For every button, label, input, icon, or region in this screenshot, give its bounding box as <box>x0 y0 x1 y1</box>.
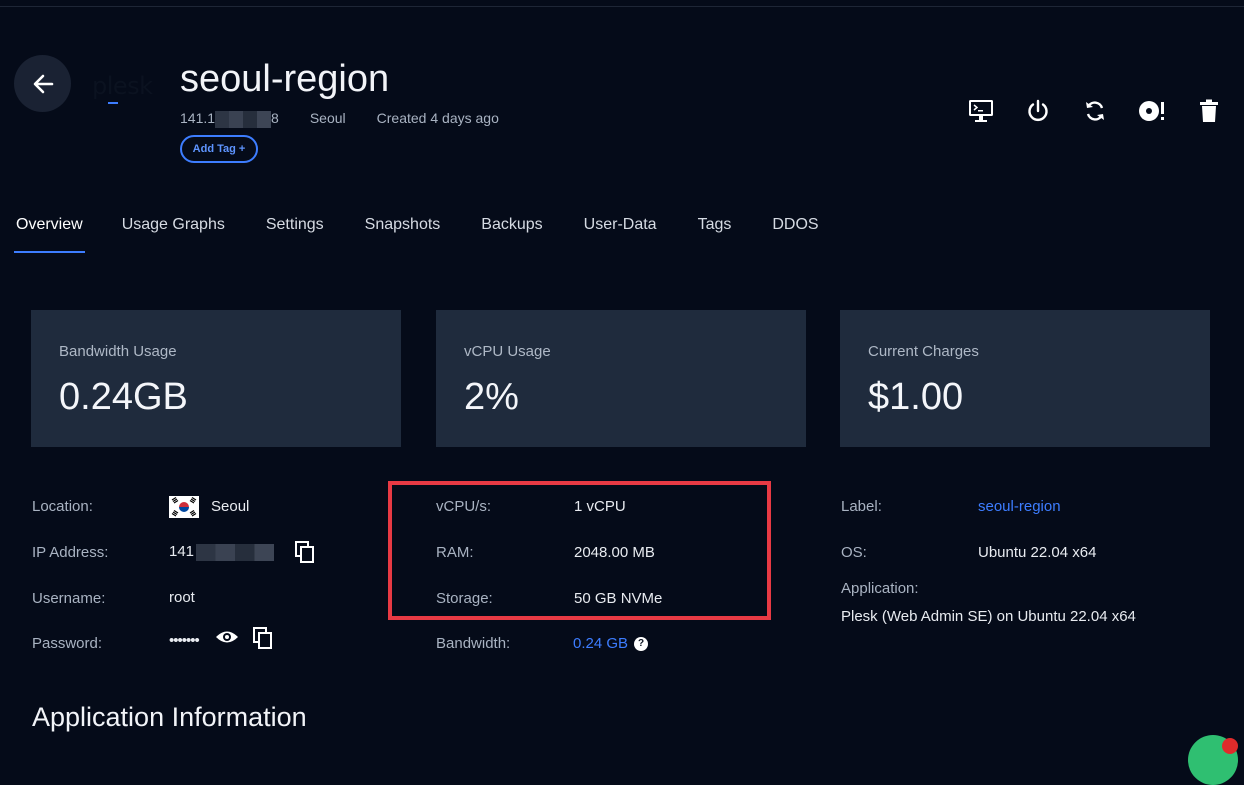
power-button[interactable] <box>1023 96 1053 126</box>
os-label: OS: <box>841 544 867 561</box>
restart-button[interactable] <box>1080 96 1110 126</box>
bandwidth-value-row: 0.24 GB? <box>573 635 649 652</box>
tab-snapshots[interactable]: Snapshots <box>365 216 441 253</box>
current-charges-card: Current Charges $1.00 <box>840 310 1210 447</box>
ip-text: 141 <box>169 543 195 560</box>
label-label: Label: <box>841 498 882 515</box>
tab-user-data[interactable]: User-Data <box>584 216 657 253</box>
console-button[interactable] <box>966 96 996 126</box>
tab-settings[interactable]: Settings <box>266 216 324 253</box>
application-label: Application: <box>841 580 919 597</box>
tab-tags[interactable]: Tags <box>698 216 732 253</box>
created-label: Created 4 days ago <box>376 110 499 126</box>
ip-suffix: 8 <box>271 110 279 126</box>
restart-icon <box>1086 101 1104 121</box>
logo-text: plesk <box>92 72 153 100</box>
bandwidth-usage-card: Bandwidth Usage 0.24GB <box>31 310 401 447</box>
iso-button[interactable] <box>1137 96 1167 126</box>
bandwidth-link[interactable]: 0.24 GB <box>573 635 628 652</box>
card-label: vCPU Usage <box>464 343 551 360</box>
power-icon <box>1028 99 1048 122</box>
console-icon <box>969 100 993 122</box>
show-password-button[interactable] <box>215 628 239 650</box>
location-label: Location: <box>32 498 93 515</box>
eye-icon <box>216 631 238 643</box>
application-value: Plesk (Web Admin SE) on Ubuntu 22.04 x64 <box>841 608 1136 625</box>
card-label: Bandwidth Usage <box>59 343 177 360</box>
flag-icon <box>169 496 199 518</box>
tab-backups[interactable]: Backups <box>481 216 542 253</box>
delete-button[interactable] <box>1194 96 1224 126</box>
server-meta: 141.1 8 Seoul Created 4 days ago <box>180 110 499 128</box>
copy-icon <box>295 541 314 563</box>
password-value: ••••••• <box>169 632 200 649</box>
password-label: Password: <box>32 635 103 652</box>
page-title: seoul-region <box>180 58 390 100</box>
tab-bar: Overview Usage Graphs Settings Snapshots… <box>14 216 860 253</box>
tab-ddos[interactable]: DDOS <box>772 216 818 253</box>
copy-password-button[interactable] <box>253 627 273 653</box>
ip-redaction <box>196 543 275 561</box>
server-actions <box>939 96 1224 126</box>
ip-address-value: 141 <box>169 543 275 561</box>
bandwidth-label: Bandwidth: <box>436 635 511 652</box>
card-value: 2% <box>464 376 519 418</box>
label-value-link[interactable]: seoul-region <box>978 498 1061 515</box>
username-value: root <box>169 589 195 606</box>
location-text: Seoul <box>211 497 250 515</box>
vcpu-usage-card: vCPU Usage 2% <box>436 310 806 447</box>
card-value: 0.24GB <box>59 376 188 418</box>
section-title: Application Information <box>32 702 307 732</box>
ip-address-label: IP Address: <box>32 544 109 561</box>
tab-usage-graphs[interactable]: Usage Graphs <box>122 216 225 253</box>
card-label: Current Charges <box>868 343 979 360</box>
help-icon[interactable]: ? <box>634 636 649 651</box>
logo-accent <box>108 102 118 104</box>
notification-badge <box>1222 738 1238 754</box>
highlight-annotation <box>388 481 771 620</box>
trash-icon <box>1200 99 1218 122</box>
username-label: Username: <box>32 590 106 607</box>
copy-ip-button[interactable] <box>295 541 315 567</box>
add-tag-button[interactable]: Add Tag + <box>180 135 258 163</box>
back-button[interactable] <box>14 55 71 112</box>
top-divider <box>0 6 1244 7</box>
app-logo: plesk <box>92 72 164 106</box>
tab-overview[interactable]: Overview <box>14 216 85 253</box>
ip-short: 141.1 8 <box>180 110 279 128</box>
card-value: $1.00 <box>868 376 964 418</box>
ip-redaction <box>215 110 272 128</box>
copy-icon <box>253 627 272 649</box>
ip-prefix: 141.1 <box>180 110 216 126</box>
os-value: Ubuntu 22.04 x64 <box>978 544 1097 561</box>
iso-icon <box>1139 101 1164 121</box>
region-label: Seoul <box>309 110 346 126</box>
location-value: Seoul <box>169 496 249 518</box>
back-arrow-icon <box>33 74 53 93</box>
